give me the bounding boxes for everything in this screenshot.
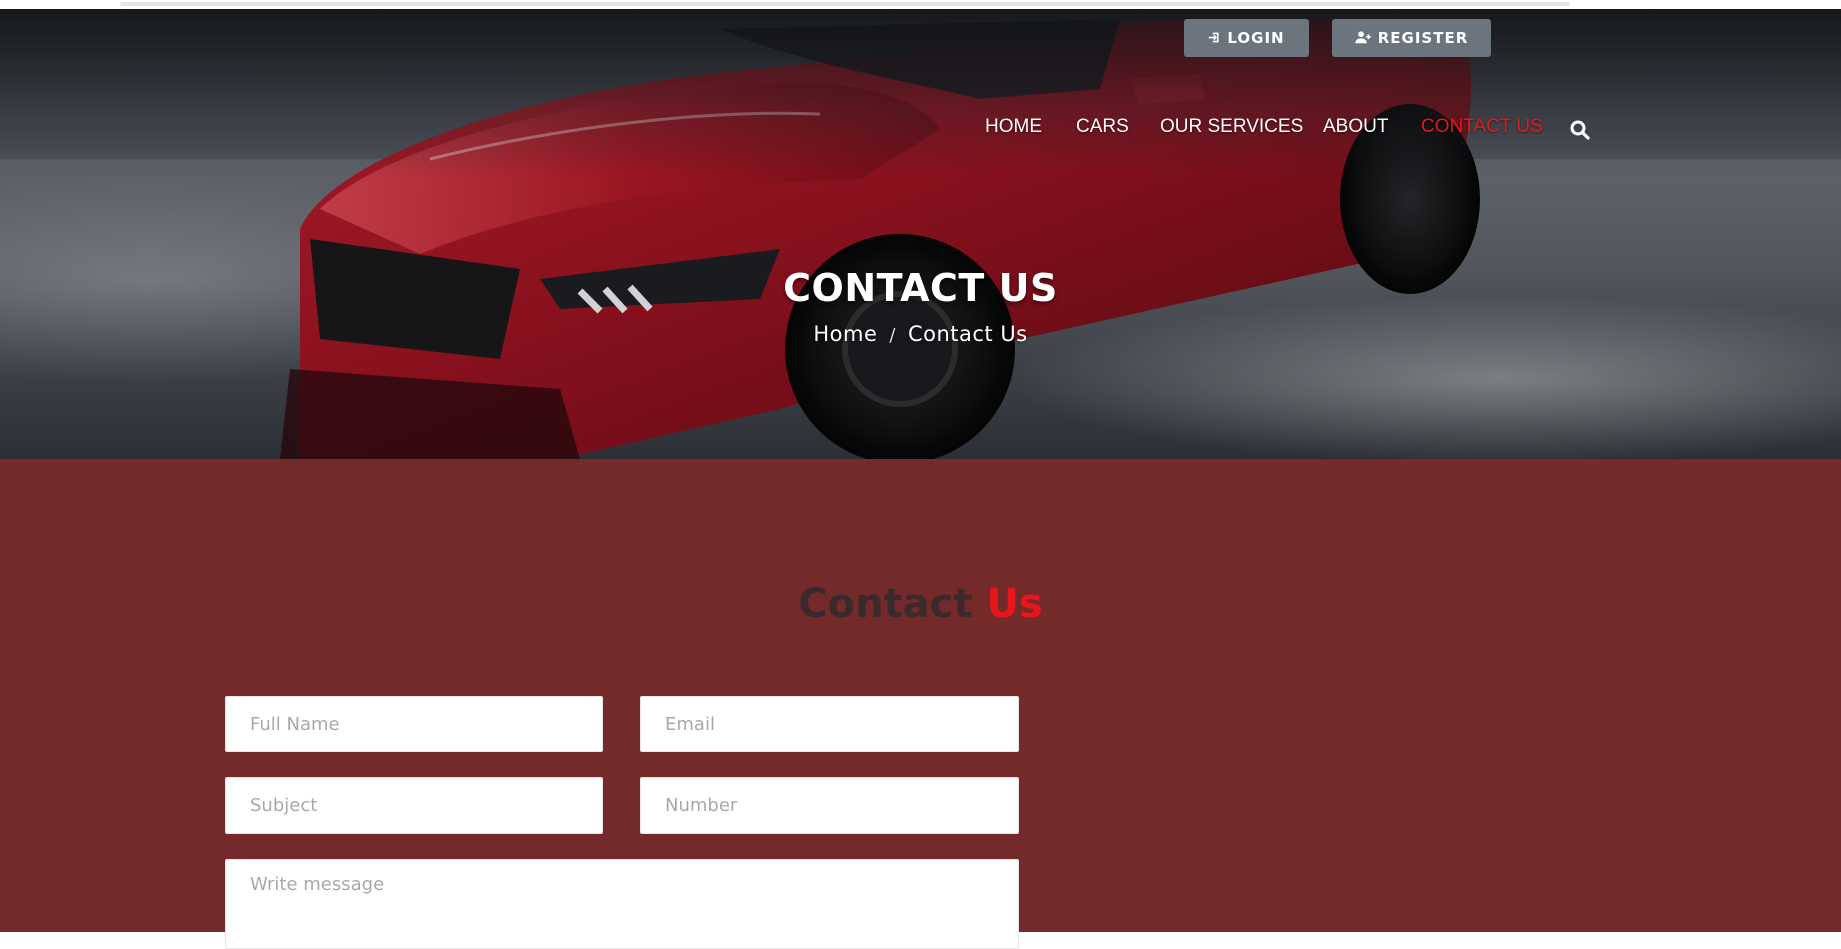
section-title-part1: Contact <box>798 581 973 627</box>
register-label: REGISTER <box>1377 29 1469 47</box>
breadcrumb-home[interactable]: Home <box>813 322 877 346</box>
breadcrumb: Home / Contact Us <box>0 319 1841 351</box>
hero-banner: LOGIN REGISTER HOME CARS OUR SERVICES AB… <box>0 9 1841 459</box>
nav-item-about[interactable]: ABOUT <box>1323 112 1388 142</box>
subject-field[interactable] <box>225 777 603 834</box>
section-title-part2: Us <box>986 581 1043 627</box>
sign-in-icon <box>1208 20 1221 58</box>
breadcrumb-separator: / <box>889 325 896 346</box>
nav-item-our-services[interactable]: OUR SERVICES <box>1160 112 1303 142</box>
top-strip <box>0 0 1841 9</box>
register-button[interactable]: REGISTER <box>1332 19 1491 57</box>
section-title: Contact Us <box>0 579 1841 629</box>
nav-item-cars[interactable]: CARS <box>1076 112 1129 142</box>
search-icon[interactable] <box>1570 120 1590 140</box>
number-field[interactable] <box>640 777 1019 834</box>
page-title: CONTACT US <box>783 266 1058 310</box>
email-field[interactable] <box>640 696 1019 752</box>
user-plus-icon <box>1355 20 1372 58</box>
top-strip-line <box>120 2 1570 6</box>
nav-item-home[interactable]: HOME <box>985 112 1042 142</box>
login-label: LOGIN <box>1227 29 1285 47</box>
contact-section: Contact Us <box>0 459 1841 949</box>
message-field[interactable] <box>225 859 1019 949</box>
full-name-field[interactable] <box>225 696 603 752</box>
nav-item-contact-us[interactable]: CONTACT US <box>1421 112 1543 142</box>
hero-overlay <box>0 9 1841 459</box>
login-button[interactable]: LOGIN <box>1184 19 1309 57</box>
breadcrumb-current: Contact Us <box>907 322 1028 346</box>
